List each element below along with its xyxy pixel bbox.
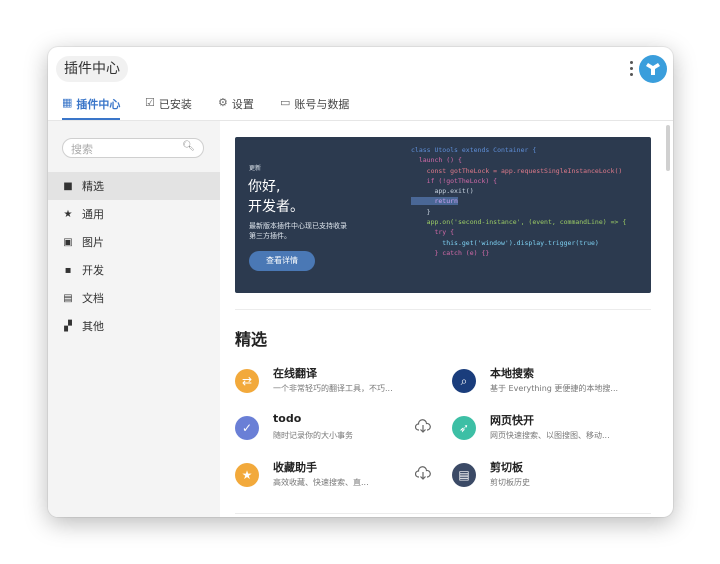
plugin-card[interactable]: ➶ 网页快开网页快速搜索、以图搜图、移动...	[452, 411, 662, 451]
plugin-name: todo	[273, 412, 302, 425]
sidebar-search-input[interactable]: 搜索 🔍︎	[62, 138, 204, 158]
sidebar-item-docs[interactable]: ▤ 文档	[48, 284, 220, 312]
tab-bar: ▦ 插件中心 ☑ 已安装 ⚙ 设置 ▭ 账号与数据	[48, 93, 673, 120]
tab-label: 已安装	[158, 98, 192, 111]
search-icon: 🔍︎	[182, 141, 195, 152]
plugin-name: 本地搜索	[490, 367, 534, 380]
plugin-card[interactable]: ⌕ 本地搜索基于 Everything 更便捷的本地搜...	[452, 364, 662, 404]
plugin-card[interactable]: ✓ todo 随时记录你的大小事务	[235, 411, 445, 451]
image-icon: ▣	[63, 236, 73, 248]
tab-plugin-center[interactable]: ▦ 插件中心	[62, 96, 121, 120]
checkbox-icon: ☑	[145, 96, 155, 109]
more-menu-icon[interactable]	[629, 59, 635, 79]
star-icon: ★	[63, 208, 73, 220]
tab-label: 账号与数据	[294, 98, 350, 111]
check-icon: ✓	[235, 416, 259, 440]
banner-description: 最新版本插件中心现已支持收录 第三方插件。	[249, 222, 347, 240]
rocket-icon: ➶	[452, 416, 476, 440]
sidebar-item-label: 其他	[82, 320, 104, 333]
cloud-download-icon[interactable]	[414, 419, 431, 437]
tab-label: 设置	[231, 98, 254, 111]
sidebar-item-other[interactable]: ▞ 其他	[48, 312, 220, 340]
sidebar-item-general[interactable]: ★ 通用	[48, 200, 220, 228]
plugin-description: 高效收藏、快速搜索、直...	[273, 478, 369, 487]
gift-icon: ■	[63, 180, 73, 192]
plugin-card[interactable]: ★ 收藏助手高效收藏、快速搜索、直...	[235, 458, 445, 498]
search-icon: ⌕	[452, 369, 476, 393]
tab-installed[interactable]: ☑ 已安装	[145, 96, 192, 120]
sidebar-item-images[interactable]: ▣ 图片	[48, 228, 220, 256]
plugin-card[interactable]: ▤ 剪切板剪切板历史	[452, 458, 662, 498]
plugin-name: 剪切板	[490, 461, 523, 474]
sidebar-item-label: 通用	[82, 208, 104, 221]
plugin-name: 在线翻译	[273, 367, 317, 380]
puzzle-icon: ▞	[64, 320, 72, 332]
cloud-download-icon[interactable]	[414, 466, 431, 484]
banner-tag: 更新	[249, 165, 262, 172]
sidebar-item-label: 图片	[82, 236, 104, 249]
sidebar-item-dev[interactable]: ▪ 开发	[48, 256, 220, 284]
plugin-center-window: 插件中心 ▦ 插件中心 ☑ 已安装 ⚙ 设置 ▭ 账号与数据 搜索 🔍︎ ■ 精…	[48, 47, 673, 517]
view-details-button[interactable]: 查看详情	[249, 251, 315, 271]
sidebar-item-label: 文档	[82, 292, 104, 305]
promo-banner[interactable]: 更新 你好, 开发者。 最新版本插件中心现已支持收录 第三方插件。 查看详情 c…	[235, 137, 651, 293]
plugin-name: 网页快开	[490, 414, 534, 427]
code-snippet: class Utools extends Container { launch …	[411, 146, 627, 257]
sidebar-item-featured[interactable]: ■ 精选	[48, 172, 220, 200]
clipboard-icon: ▤	[452, 463, 476, 487]
plugin-description: 基于 Everything 更便捷的本地搜...	[490, 384, 619, 393]
terminal-icon: ▪	[64, 264, 72, 276]
plugin-card[interactable]: ⇄ 在线翻译一个非常轻巧的翻译工具，不巧...	[235, 364, 445, 404]
plugin-description: 随时记录你的大小事务	[273, 431, 353, 440]
plugin-description: 网页快速搜索、以图搜图、移动...	[490, 431, 610, 440]
tab-label: 插件中心	[76, 98, 121, 111]
star-icon: ★	[235, 463, 259, 487]
tab-account-data[interactable]: ▭ 账号与数据	[280, 96, 349, 120]
plugin-description: 一个非常轻巧的翻译工具，不巧...	[273, 384, 393, 393]
plugin-description: 剪切板历史	[490, 478, 530, 487]
section-divider	[235, 513, 651, 514]
banner-title: 你好, 开发者。	[248, 179, 304, 215]
section-title: 精选	[235, 330, 268, 349]
search-placeholder: 搜索	[71, 143, 93, 156]
scrollbar[interactable]	[666, 125, 670, 171]
monitor-icon: ▭	[280, 96, 291, 109]
section-divider	[235, 309, 651, 310]
grid-icon: ▦	[62, 96, 73, 109]
book-icon: ▤	[63, 292, 73, 304]
translate-icon: ⇄	[235, 369, 259, 393]
main-content: 更新 你好, 开发者。 最新版本插件中心现已支持收录 第三方插件。 查看详情 c…	[220, 121, 673, 517]
app-logo[interactable]	[639, 55, 667, 83]
sidebar-item-label: 开发	[82, 264, 104, 277]
tab-settings[interactable]: ⚙ 设置	[218, 96, 254, 120]
plugin-name: 收藏助手	[273, 461, 317, 474]
sidebar: 搜索 🔍︎ ■ 精选 ★ 通用 ▣ 图片 ▪ 开发 ▤ 文档 ▞ 其他	[48, 121, 220, 517]
gear-icon: ⚙	[218, 96, 228, 109]
window-title[interactable]: 插件中心	[56, 56, 128, 82]
sidebar-item-label: 精选	[82, 180, 104, 193]
